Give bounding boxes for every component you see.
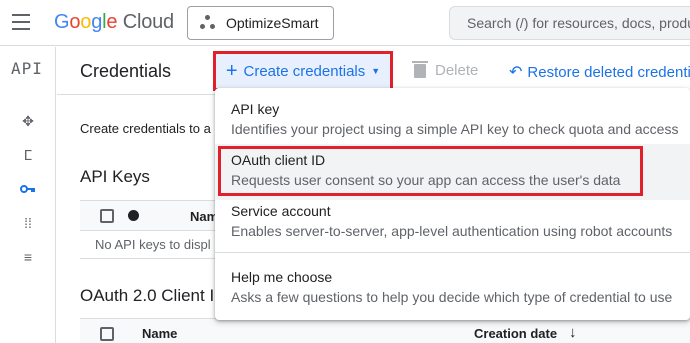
menu-item-help-me-choose[interactable]: Help me choose Asks a few questions to h… (215, 269, 690, 305)
menu-item-api-key[interactable]: API key Identifies your project using a … (215, 101, 690, 137)
library-icon[interactable]: ⵎ (18, 145, 38, 165)
restore-deleted-button[interactable]: ↶ Restore deleted credentials (509, 62, 690, 82)
search-input[interactable]: Search (/) for resources, docs, products (449, 6, 690, 40)
oauth-table-header: Name Creation date ↓ (80, 318, 690, 343)
intro-text: Create credentials to a (80, 121, 211, 136)
creation-date-column-header[interactable]: Creation date (474, 326, 557, 341)
api-logo: API (11, 59, 43, 78)
page-settings-icon[interactable]: ≡ (18, 247, 38, 267)
sort-arrow-icon[interactable]: ↓ (569, 324, 577, 341)
top-bar: Google Cloud OptimizeSmart Search (/) fo… (0, 0, 690, 46)
dropdown-arrow-icon: ▼ (371, 66, 381, 76)
oauth-consent-icon[interactable]: ⁞⁞ (18, 213, 38, 233)
delete-button[interactable]: Delete (412, 60, 478, 79)
oauth-select-all-checkbox[interactable] (100, 327, 114, 341)
project-name: OptimizeSmart (226, 15, 319, 31)
app-root: Google Cloud OptimizeSmart Search (/) fo… (0, 0, 690, 343)
select-all-checkbox[interactable] (100, 209, 114, 223)
trash-icon (412, 60, 428, 78)
project-selector[interactable]: OptimizeSmart (187, 6, 334, 40)
status-dot-icon (128, 210, 139, 221)
menu-divider (215, 252, 690, 253)
create-credentials-button[interactable]: + Create credentials ▼ (213, 51, 393, 91)
google-cloud-logo[interactable]: Google Cloud (54, 11, 174, 34)
page-title: Credentials (80, 61, 172, 81)
create-credentials-menu: API key Identifies your project using a … (215, 88, 690, 320)
menu-item-oauth-client-id[interactable]: OAuth client ID Requests user consent so… (215, 144, 690, 200)
menu-item-service-account[interactable]: Service account Enables server-to-server… (215, 203, 690, 239)
restore-icon: ↶ (509, 64, 523, 81)
hamburger-menu-icon[interactable] (12, 14, 30, 30)
project-hub-icon (200, 15, 216, 31)
left-nav: API ✥ ⵎ ⁞⁞ ≡ (0, 47, 56, 343)
dashboard-icon[interactable]: ✥ (18, 111, 38, 131)
credentials-key-icon[interactable] (18, 179, 38, 199)
api-keys-title: API Keys (80, 167, 150, 186)
create-credentials-label: Create credentials (243, 62, 366, 80)
name-column-header[interactable]: Nam (190, 209, 218, 224)
oauth-clients-title: OAuth 2.0 Client I (80, 286, 215, 305)
plus-icon: + (225, 59, 238, 82)
highlight-box (218, 146, 643, 196)
oauth-name-column-header[interactable]: Name (142, 326, 177, 341)
